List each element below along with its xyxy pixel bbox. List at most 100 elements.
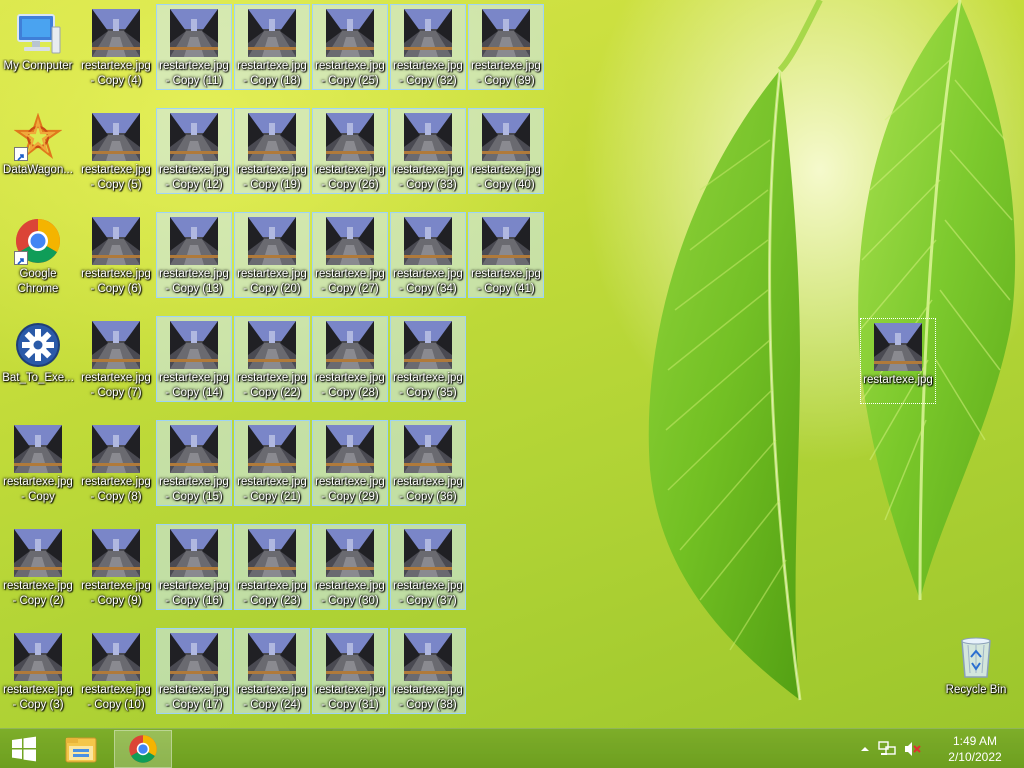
- jpg-file-desktop-icon[interactable]: restartexe.jpg - Copy (9): [78, 524, 154, 610]
- start-button[interactable]: [0, 729, 48, 768]
- jpg-file-desktop-icon[interactable]: restartexe.jpg - Copy: [0, 420, 76, 506]
- jpg-file-desktop-icon[interactable]: restartexe.jpg - Copy (41): [468, 212, 544, 298]
- chrome-icon: [129, 734, 157, 763]
- jpg-file-desktop-icon[interactable]: restartexe.jpg - Copy (39): [468, 4, 544, 90]
- jpg-file-desktop-icon[interactable]: restartexe.jpg - Copy (28): [312, 316, 388, 402]
- icon-label: restartexe.jpg - Copy (11): [159, 60, 229, 87]
- jpg-file-desktop-icon[interactable]: restartexe.jpg - Copy (29): [312, 420, 388, 506]
- icon-label: restartexe.jpg - Copy (35): [393, 372, 463, 399]
- my-computer-desktop-icon[interactable]: My Computer: [0, 4, 76, 90]
- image-thumbnail-icon: [170, 425, 218, 473]
- image-thumbnail-icon: [482, 217, 530, 265]
- jpg-file-desktop-icon[interactable]: restartexe.jpg - Copy (37): [390, 524, 466, 610]
- image-thumbnail-icon: [248, 113, 296, 161]
- image-thumbnail-icon: [404, 9, 452, 57]
- image-thumbnail-icon: [326, 113, 374, 161]
- jpg-file-desktop-icon[interactable]: restartexe.jpg - Copy (18): [234, 4, 310, 90]
- image-thumbnail-icon: [326, 529, 374, 577]
- jpg-file-desktop-icon[interactable]: restartexe.jpg - Copy (2): [0, 524, 76, 610]
- icon-label: restartexe.jpg - Copy (16): [159, 580, 229, 607]
- jpg-file-desktop-icon[interactable]: restartexe.jpg: [860, 318, 936, 404]
- jpg-file-desktop-icon[interactable]: restartexe.jpg - Copy (4): [78, 4, 154, 90]
- recycle-bin-desktop-icon[interactable]: Recycle Bin: [938, 628, 1014, 714]
- jpg-file-desktop-icon[interactable]: restartexe.jpg - Copy (19): [234, 108, 310, 194]
- icon-label: restartexe.jpg - Copy (22): [237, 372, 307, 399]
- jpg-file-desktop-icon[interactable]: restartexe.jpg - Copy (38): [390, 628, 466, 714]
- icon-label: restartexe.jpg - Copy (15): [159, 476, 229, 503]
- icon-label: DataWagon...: [3, 164, 73, 176]
- image-thumbnail-icon: [92, 633, 140, 681]
- jpg-file-desktop-icon[interactable]: restartexe.jpg - Copy (31): [312, 628, 388, 714]
- jpg-file-desktop-icon[interactable]: restartexe.jpg - Copy (35): [390, 316, 466, 402]
- jpg-file-desktop-icon[interactable]: restartexe.jpg - Copy (40): [468, 108, 544, 194]
- image-thumbnail-icon: [404, 113, 452, 161]
- image-thumbnail-icon: [170, 321, 218, 369]
- jpg-file-desktop-icon[interactable]: restartexe.jpg - Copy (10): [78, 628, 154, 714]
- bat-to-exe-desktop-icon[interactable]: Bat_To_Exe...: [0, 316, 76, 402]
- jpg-file-desktop-icon[interactable]: restartexe.jpg - Copy (16): [156, 524, 232, 610]
- image-thumbnail-icon: [248, 9, 296, 57]
- icon-label: restartexe.jpg - Copy (33): [393, 164, 463, 191]
- jpg-file-desktop-icon[interactable]: restartexe.jpg - Copy (30): [312, 524, 388, 610]
- image-thumbnail-icon: [874, 323, 922, 371]
- jpg-file-desktop-icon[interactable]: restartexe.jpg - Copy (13): [156, 212, 232, 298]
- jpg-file-desktop-icon[interactable]: restartexe.jpg - Copy (11): [156, 4, 232, 90]
- icon-label: restartexe.jpg - Copy (3): [3, 684, 73, 711]
- icon-label: restartexe.jpg - Copy (40): [471, 164, 541, 191]
- show-hidden-icons-button[interactable]: [860, 744, 870, 754]
- jpg-file-desktop-icon[interactable]: restartexe.jpg - Copy (17): [156, 628, 232, 714]
- chrome-taskbar-button[interactable]: [114, 729, 172, 768]
- jpg-file-desktop-icon[interactable]: restartexe.jpg - Copy (15): [156, 420, 232, 506]
- system-tray: 1:49 AM 2/10/2022: [856, 729, 1024, 768]
- image-thumbnail-icon: [326, 633, 374, 681]
- jpg-file-desktop-icon[interactable]: restartexe.jpg - Copy (6): [78, 212, 154, 298]
- icon-label: restartexe.jpg - Copy (21): [237, 476, 307, 503]
- icon-label: restartexe.jpg - Copy (20): [237, 268, 307, 295]
- icon-label: Google Chrome: [17, 268, 59, 295]
- icon-label: restartexe.jpg - Copy (10): [81, 684, 151, 711]
- icon-label: restartexe.jpg - Copy: [3, 476, 73, 503]
- network-icon: [878, 741, 896, 755]
- jpg-file-desktop-icon[interactable]: restartexe.jpg - Copy (21): [234, 420, 310, 506]
- icon-label: restartexe.jpg - Copy (19): [237, 164, 307, 191]
- jpg-file-desktop-icon[interactable]: restartexe.jpg - Copy (5): [78, 108, 154, 194]
- clock-date: 2/10/2022: [948, 750, 1002, 764]
- google-chrome-desktop-icon[interactable]: Google Chrome: [0, 212, 76, 298]
- icon-label: restartexe.jpg - Copy (24): [237, 684, 307, 711]
- jpg-file-desktop-icon[interactable]: restartexe.jpg - Copy (27): [312, 212, 388, 298]
- jpg-file-desktop-icon[interactable]: restartexe.jpg - Copy (34): [390, 212, 466, 298]
- image-thumbnail-icon: [14, 529, 62, 577]
- icon-label: My Computer: [3, 60, 73, 72]
- jpg-file-desktop-icon[interactable]: restartexe.jpg - Copy (22): [234, 316, 310, 402]
- jpg-file-desktop-icon[interactable]: restartexe.jpg - Copy (32): [390, 4, 466, 90]
- jpg-file-desktop-icon[interactable]: restartexe.jpg - Copy (24): [234, 628, 310, 714]
- icon-label: restartexe.jpg - Copy (31): [315, 684, 385, 711]
- jpg-file-desktop-icon[interactable]: restartexe.jpg - Copy (8): [78, 420, 154, 506]
- jpg-file-desktop-icon[interactable]: restartexe.jpg - Copy (33): [390, 108, 466, 194]
- jpg-file-desktop-icon[interactable]: restartexe.jpg - Copy (25): [312, 4, 388, 90]
- image-thumbnail-icon: [482, 113, 530, 161]
- shortcut-arrow-icon: [14, 147, 28, 161]
- file-explorer-taskbar-button[interactable]: [52, 730, 110, 768]
- volume-tray-button[interactable]: [904, 741, 922, 757]
- jpg-file-desktop-icon[interactable]: restartexe.jpg - Copy (26): [312, 108, 388, 194]
- jpg-file-desktop-icon[interactable]: restartexe.jpg - Copy (3): [0, 628, 76, 714]
- jpg-file-desktop-icon[interactable]: restartexe.jpg - Copy (36): [390, 420, 466, 506]
- jpg-file-desktop-icon[interactable]: restartexe.jpg - Copy (20): [234, 212, 310, 298]
- image-thumbnail-icon: [170, 113, 218, 161]
- datawagon-desktop-icon[interactable]: DataWagon...: [0, 108, 76, 194]
- chevron-up-icon: [861, 747, 869, 751]
- image-thumbnail-icon: [326, 9, 374, 57]
- image-thumbnail-icon: [404, 425, 452, 473]
- jpg-file-desktop-icon[interactable]: restartexe.jpg - Copy (14): [156, 316, 232, 402]
- icon-label: restartexe.jpg - Copy (2): [3, 580, 73, 607]
- jpg-file-desktop-icon[interactable]: restartexe.jpg - Copy (12): [156, 108, 232, 194]
- icon-label: restartexe.jpg - Copy (39): [471, 60, 541, 87]
- image-thumbnail-icon: [92, 321, 140, 369]
- taskbar-clock[interactable]: 1:49 AM 2/10/2022: [934, 733, 1016, 765]
- icon-label: restartexe.jpg - Copy (9): [81, 580, 151, 607]
- jpg-file-desktop-icon[interactable]: restartexe.jpg - Copy (23): [234, 524, 310, 610]
- network-tray-button[interactable]: [878, 741, 896, 757]
- jpg-file-desktop-icon[interactable]: restartexe.jpg - Copy (7): [78, 316, 154, 402]
- image-thumbnail-icon: [92, 217, 140, 265]
